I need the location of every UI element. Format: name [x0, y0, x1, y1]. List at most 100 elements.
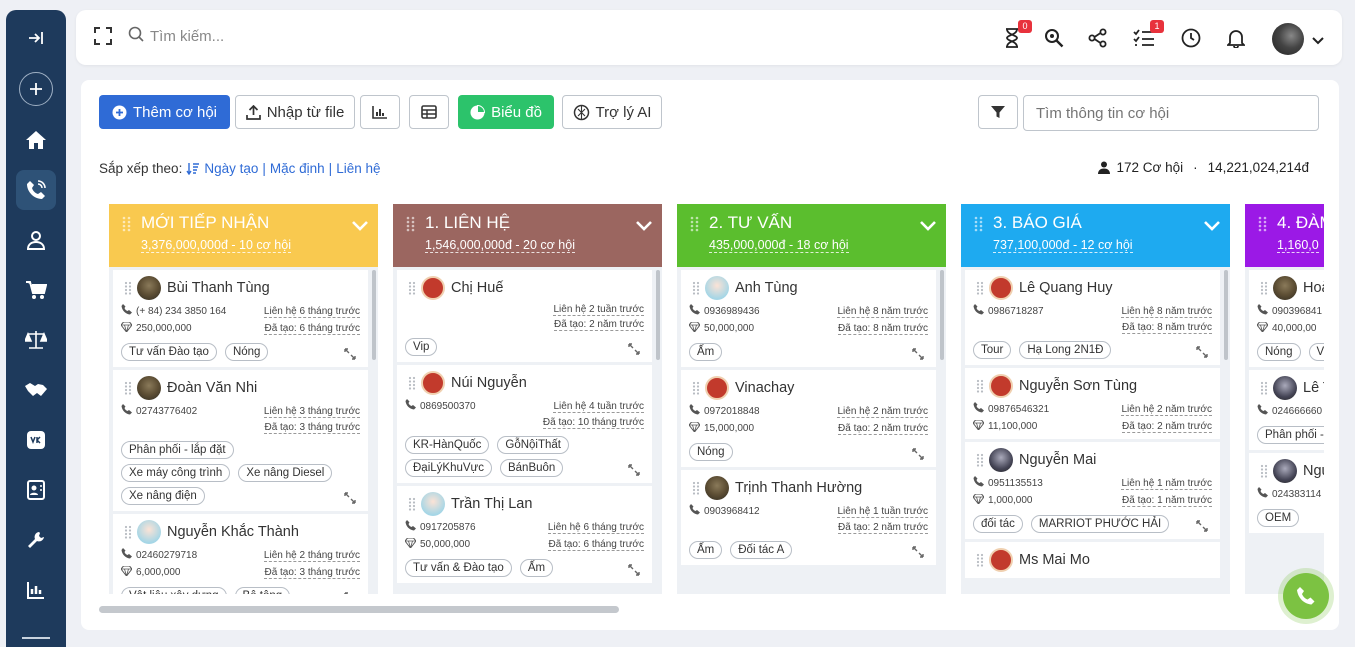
drag-handle-icon[interactable] [976, 379, 984, 393]
search-zoom-icon[interactable] [1042, 26, 1066, 50]
opportunity-card[interactable]: Nguyễn Mai 0951135513 Liên hệ 1 năm trước 1… [965, 442, 1220, 539]
drag-handle-icon[interactable] [692, 381, 700, 395]
expand-icon[interactable] [912, 545, 924, 558]
drag-handle-icon[interactable] [690, 216, 699, 232]
drag-handle-icon[interactable] [692, 481, 700, 495]
tag[interactable]: Vi [1308, 343, 1324, 361]
drag-handle-icon[interactable] [408, 376, 416, 390]
opportunity-card[interactable]: Lê T 024666660 Phân phối -Đá mài [1249, 370, 1324, 450]
contact-name[interactable]: Bùi Thanh Tùng [167, 280, 270, 296]
expand-icon[interactable] [628, 463, 640, 476]
global-search[interactable]: Tìm kiếm... [128, 26, 224, 46]
add-icon[interactable] [19, 72, 53, 106]
opportunity-card[interactable]: Anh Tùng 0936989436 Liên hệ 8 năm trước 50,… [681, 270, 936, 367]
contact-name[interactable]: Ngu [1303, 463, 1324, 479]
tag[interactable]: Vật liệu xây dựng [121, 587, 227, 594]
chevron-down-icon[interactable] [1204, 218, 1220, 236]
tag[interactable]: Tour [973, 341, 1012, 359]
contact-name[interactable]: Lê T [1303, 380, 1324, 396]
contact-name[interactable]: Lê Quang Huy [1019, 280, 1113, 296]
tag[interactable]: Nóng [689, 443, 733, 461]
contact-name[interactable]: Trịnh Thanh Hường [735, 480, 862, 496]
drag-handle-icon[interactable] [124, 381, 132, 395]
tag[interactable]: Ấm [519, 559, 554, 577]
drag-handle-icon[interactable] [1260, 464, 1268, 478]
chevron-down-icon[interactable] [352, 218, 368, 236]
opportunity-card[interactable]: Trịnh Thanh Hường 0903968412 Liên hệ 1 tuầ… [681, 470, 936, 565]
fullscreen-icon[interactable] [94, 27, 114, 47]
drag-handle-icon[interactable] [122, 216, 131, 232]
contact-name[interactable]: Vinachay [735, 380, 794, 396]
tag[interactable]: KR-HànQuốc [405, 436, 490, 454]
expand-icon[interactable] [912, 447, 924, 460]
tag[interactable]: Vip [405, 338, 438, 356]
wrench-icon[interactable] [16, 520, 56, 560]
contact-name[interactable]: Ms Mai Mo [1019, 552, 1090, 568]
contact-name[interactable]: Đoàn Văn Nhi [167, 380, 257, 396]
tag[interactable]: Đối tác A [730, 541, 793, 559]
sort-option-contact[interactable]: Liên hệ [336, 161, 380, 176]
expand-icon[interactable] [628, 342, 640, 355]
opportunity-card[interactable]: Núi Nguyễn 0869500370 Liên hệ 4 tuần trước… [397, 365, 652, 483]
tag[interactable]: Ấm [689, 343, 723, 361]
drag-handle-icon[interactable] [124, 281, 132, 295]
expand-icon[interactable] [628, 563, 640, 576]
opportunity-card[interactable]: Chị Huế Liên hệ 2 tuần trước Đã tạo: 2 năm… [397, 270, 652, 362]
sort-option-created[interactable]: Ngày tạo [204, 161, 258, 176]
opportunity-card[interactable]: Lê Quang Huy 0986718287 Liên hệ 8 năm trướ… [965, 270, 1220, 365]
vertical-scrollbar[interactable] [372, 270, 376, 360]
tag[interactable]: GỗNộiThất [497, 436, 569, 454]
import-file-button[interactable]: Nhập từ file [235, 95, 355, 129]
opportunity-card[interactable]: Bùi Thanh Tùng (+ 84) 234 3850 164 Liên hệ… [113, 270, 368, 367]
contact-name[interactable]: Núi Nguyễn [451, 375, 527, 391]
collapse-sidebar-icon[interactable] [16, 18, 56, 58]
scale-icon[interactable] [16, 320, 56, 360]
contact-card-icon[interactable] [16, 470, 56, 510]
drag-handle-icon[interactable] [1258, 216, 1267, 232]
drag-handle-icon[interactable] [974, 216, 983, 232]
tag[interactable]: Bê tông [234, 587, 291, 594]
expand-icon[interactable] [912, 347, 924, 360]
expand-icon[interactable] [1196, 345, 1208, 358]
drag-handle-icon[interactable] [408, 281, 416, 295]
tag[interactable]: Xe nâng điện [121, 487, 205, 505]
chart-view-button[interactable] [360, 95, 400, 129]
clock-icon[interactable] [1179, 26, 1203, 50]
vertical-scrollbar[interactable] [656, 270, 660, 360]
column-header[interactable]: MỚI TIẾP NHẬN 3,376,000,000đ - 10 cơ hội [109, 204, 378, 267]
opportunity-card[interactable]: Ms Mai Mo [965, 542, 1220, 578]
expand-icon[interactable] [1196, 519, 1208, 532]
contact-name[interactable]: Nguyễn Mai [1019, 452, 1096, 468]
phone-call-icon[interactable] [16, 170, 56, 210]
filter-button[interactable] [978, 95, 1018, 129]
handshake-icon[interactable] [16, 370, 56, 410]
call-button[interactable] [1283, 573, 1329, 619]
tag[interactable]: Nóng [224, 343, 269, 361]
contact-name[interactable]: Hoà [1303, 280, 1324, 296]
contact-name[interactable]: Anh Tùng [735, 280, 798, 296]
opportunity-card[interactable]: Đoàn Văn Nhi 02743776402 Liên hệ 3 tháng t… [113, 370, 368, 511]
opportunity-search-input[interactable] [1023, 95, 1319, 131]
vk-icon[interactable] [16, 420, 56, 460]
tag[interactable]: Xe máy công trình [121, 464, 231, 482]
user-avatar[interactable] [1272, 23, 1304, 55]
drag-handle-icon[interactable] [1260, 281, 1268, 295]
column-header[interactable]: 2. TƯ VẤN 435,000,000đ - 18 cơ hội [677, 204, 946, 267]
tag[interactable]: Nóng [1257, 343, 1301, 361]
table-view-button[interactable] [409, 95, 449, 129]
share-icon[interactable] [1086, 26, 1110, 50]
chevron-down-icon[interactable] [636, 218, 652, 236]
sort-option-default[interactable]: Mặc định [270, 161, 325, 176]
tag[interactable]: OEM [1257, 509, 1300, 527]
opportunity-card[interactable]: Ngu 024383114 OEM [1249, 453, 1324, 533]
report-chart-icon[interactable] [16, 570, 56, 610]
tag[interactable]: ĐạiLýKhuVực [405, 459, 492, 477]
drag-handle-icon[interactable] [1260, 381, 1268, 395]
cart-icon[interactable] [16, 270, 56, 310]
add-opportunity-button[interactable]: Thêm cơ hội [99, 95, 230, 129]
tag[interactable]: Ấm [689, 541, 723, 559]
tag[interactable]: Xe nâng Diesel [238, 464, 333, 482]
expand-icon[interactable] [344, 591, 356, 594]
drag-handle-icon[interactable] [408, 497, 416, 511]
chevron-down-icon[interactable] [920, 218, 936, 236]
